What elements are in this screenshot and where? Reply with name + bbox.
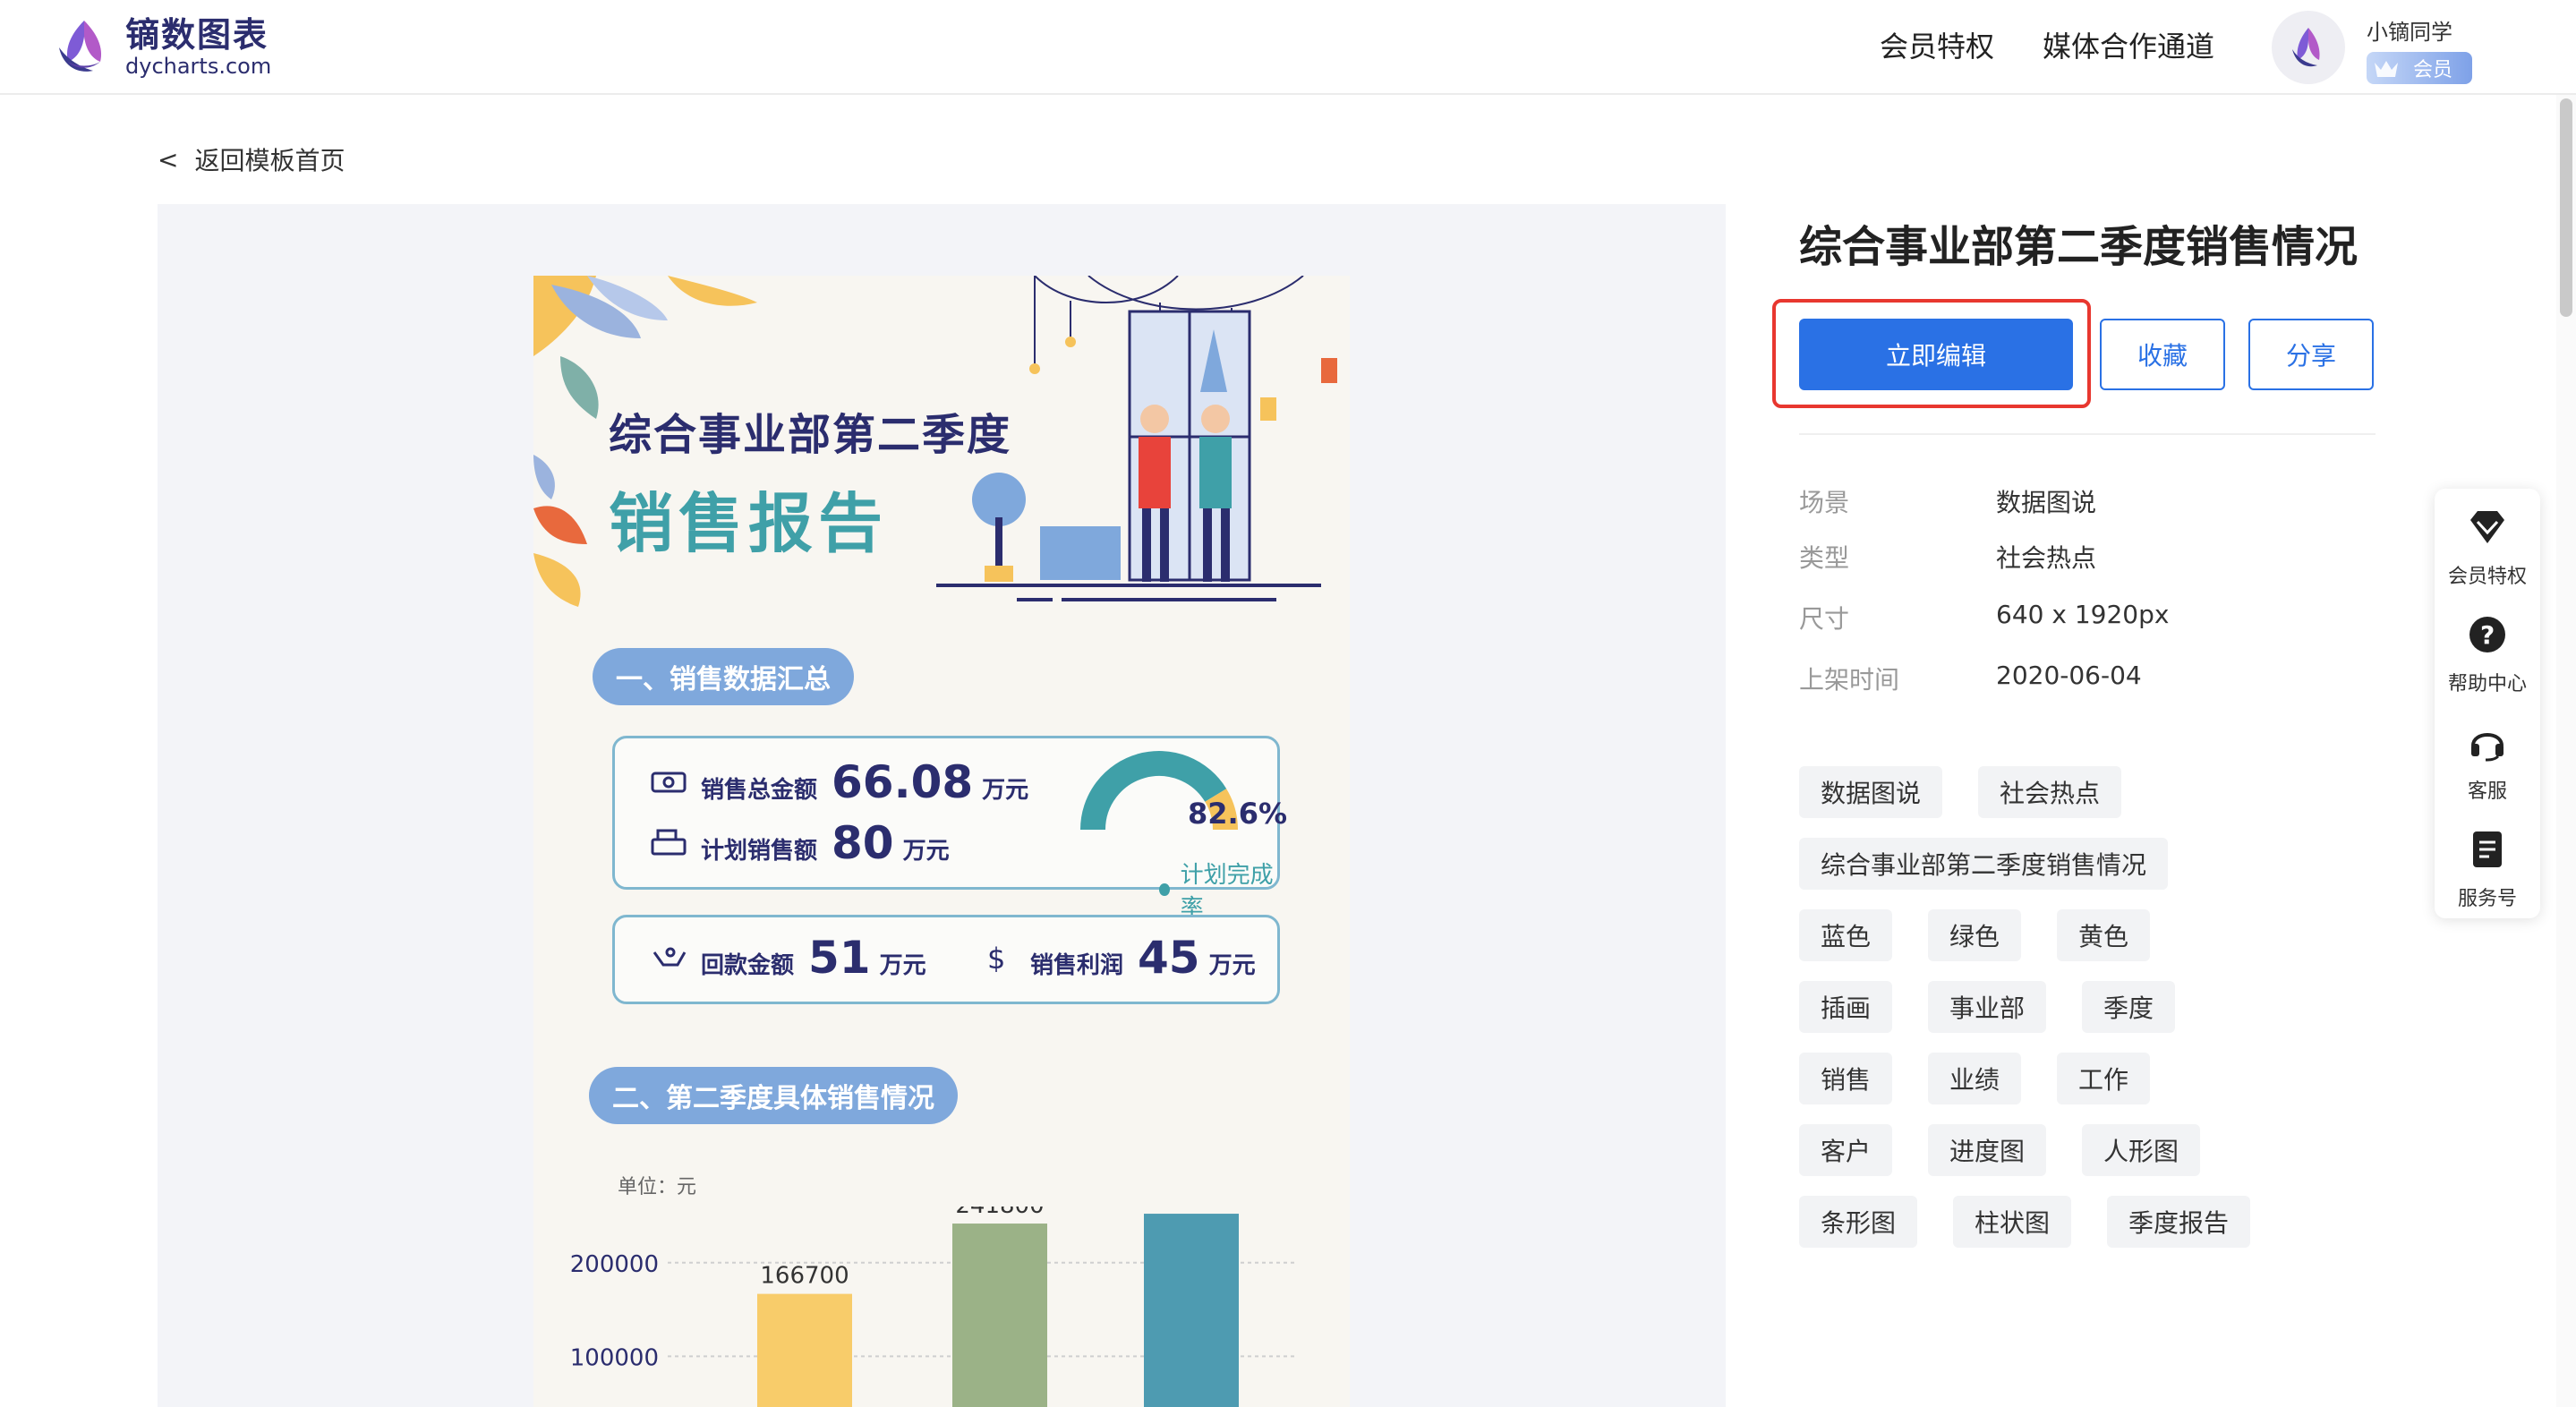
refund-profit-card: 回款金额 51 万元 $ 销售利润 45 万元	[612, 915, 1280, 1004]
template-preview-area[interactable]: 综合事业部第二季度 销售报告 一、销售数据汇总 销售总金额 66.08 万元 计…	[158, 204, 1726, 1407]
bar-value-label: 241800	[955, 1207, 1044, 1219]
metric-refund: 回款金额 51 万元	[649, 932, 926, 984]
metric-total-sales: 销售总金额 66.08 万元	[649, 756, 1028, 808]
favorite-button[interactable]: 收藏	[2100, 319, 2225, 390]
scrollbar-thumb[interactable]	[2560, 98, 2572, 317]
y-tick-label: 200000	[570, 1251, 659, 1278]
side-customer-service[interactable]: 客服	[2435, 704, 2540, 811]
tag[interactable]: 插画	[1799, 981, 1893, 1033]
svg-text:$: $	[987, 943, 1005, 972]
tag[interactable]: 季度报告	[2107, 1196, 2251, 1248]
help-icon: ?	[2465, 612, 2510, 657]
template-title: 综合事业部第二季度销售情况	[1799, 222, 2358, 272]
poster-title-line2: 销售报告	[609, 486, 889, 561]
register-icon	[651, 829, 687, 856]
tag[interactable]: 业绩	[1928, 1053, 2022, 1104]
nav-media-cooperation[interactable]: 媒体合作通道	[2043, 27, 2214, 66]
member-badge-label: 会员	[2413, 59, 2453, 81]
meta-publish-date: 上架时间 2020-06-04	[1799, 661, 2142, 695]
summary-card: 销售总金额 66.08 万元 计划销售额 80 万元 82.6% 计划完成率	[612, 736, 1287, 922]
tag[interactable]: 季度	[2082, 981, 2176, 1033]
logo-text-cn: 镝数图表	[125, 14, 269, 55]
template-poster: 综合事业部第二季度 销售报告 一、销售数据汇总 销售总金额 66.08 万元 计…	[533, 276, 1350, 1407]
legend-dot-icon	[1159, 883, 1170, 896]
user-avatar[interactable]	[2272, 11, 2345, 84]
bar-value-label: 166700	[760, 1263, 849, 1290]
tag[interactable]: 柱状图	[1953, 1196, 2072, 1248]
meta-scene: 场景 数据图说	[1799, 488, 2097, 517]
metric-profit: $ 销售利润 45 万元	[978, 932, 1256, 984]
site-logo[interactable]: 镝数图表 dycharts.com	[54, 14, 271, 79]
headset-icon	[2465, 720, 2510, 764]
edit-now-button[interactable]: 立即编辑	[1799, 319, 2073, 390]
diamond-icon	[2465, 505, 2510, 550]
info-divider	[1799, 433, 2376, 435]
tag[interactable]: 黄色	[2057, 909, 2151, 961]
back-to-templates-link[interactable]: < 返回模板首页	[158, 141, 345, 177]
share-button[interactable]: 分享	[2248, 319, 2374, 390]
meta-size: 尺寸 640 x 1920px	[1799, 600, 2170, 634]
tag[interactable]: 条形图	[1799, 1196, 1918, 1248]
side-service-account[interactable]: 服务号	[2435, 811, 2540, 918]
tag[interactable]: 客户	[1799, 1124, 1893, 1176]
tag[interactable]: 事业部	[1928, 981, 2047, 1033]
meta-type: 类型 社会热点	[1799, 543, 2097, 573]
floating-side-menu: 会员特权 ? 帮助中心 客服 服务号	[2435, 489, 2540, 918]
avatar-logo-icon	[2292, 28, 2320, 67]
tag[interactable]: 销售	[1799, 1053, 1893, 1104]
bar-value-label: 252300	[1147, 1207, 1235, 1209]
side-member-privileges[interactable]: 会员特权	[2435, 489, 2540, 596]
hand-coin-icon	[653, 947, 687, 967]
bar	[1144, 1214, 1239, 1407]
chart-unit-label: 单位：元	[618, 1176, 697, 1198]
svg-text:?: ?	[2480, 620, 2495, 650]
bar	[757, 1293, 852, 1407]
back-link-label: 返回模板首页	[194, 146, 345, 175]
tag[interactable]: 绿色	[1928, 909, 2022, 961]
sales-bar-chart: 0100000200000166700241800252300	[570, 1207, 1296, 1407]
metric-planned-sales: 计划销售额 80 万元	[649, 817, 950, 869]
document-icon	[2465, 827, 2510, 872]
dollar-icon: $	[987, 943, 1005, 972]
gauge-value: 82.6%	[1188, 797, 1288, 831]
poster-title-line1: 综合事业部第二季度	[609, 410, 1012, 460]
tag[interactable]: 数据图说	[1799, 766, 1943, 818]
member-badge: 会员	[2367, 52, 2472, 84]
y-tick-label: 100000	[570, 1344, 659, 1371]
username[interactable]: 小镝同学	[2367, 14, 2452, 46]
chevron-left-icon: <	[158, 144, 179, 175]
tag[interactable]: 社会热点	[1978, 766, 2122, 818]
tag[interactable]: 人形图	[2082, 1124, 2201, 1176]
poster-section-1: 一、销售数据汇总	[593, 648, 854, 705]
page-scrollbar[interactable]	[2556, 95, 2576, 1407]
logo-icon	[59, 21, 102, 72]
money-icon	[651, 772, 687, 793]
nav-member-privileges[interactable]: 会员特权	[1880, 27, 1994, 66]
poster-section-2: 二、第二季度具体销售情况	[589, 1067, 958, 1124]
tag[interactable]: 工作	[2057, 1053, 2151, 1104]
gauge-label: 计划完成率	[1159, 857, 1277, 923]
tag[interactable]: 综合事业部第二季度销售情况	[1799, 838, 2169, 890]
tag[interactable]: 进度图	[1928, 1124, 2047, 1176]
tag[interactable]: 蓝色	[1799, 909, 1893, 961]
top-header: 镝数图表 dycharts.com 会员特权 媒体合作通道 小镝同学 会员	[0, 0, 2576, 95]
bar	[952, 1224, 1047, 1407]
side-help-center[interactable]: ? 帮助中心	[2435, 596, 2540, 704]
logo-text-en: dycharts.com	[125, 54, 272, 79]
crown-icon	[2367, 52, 2406, 84]
